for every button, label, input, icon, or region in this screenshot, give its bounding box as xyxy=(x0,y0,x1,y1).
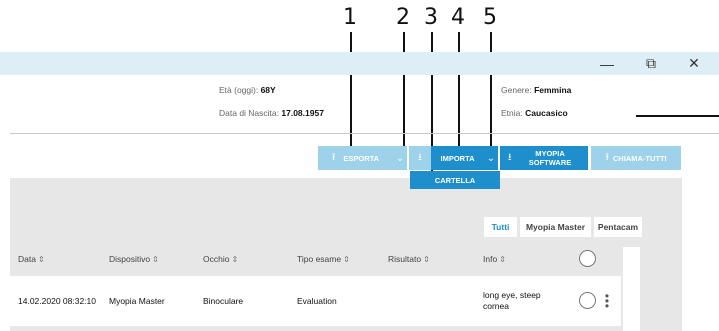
column-header-label: Data xyxy=(18,254,36,264)
gender-label: Genere: xyxy=(501,85,535,95)
column-header-occhio[interactable]: Occhio ⇕ xyxy=(203,254,238,264)
callout-2-line xyxy=(403,32,405,156)
sort-icon: ⇕ xyxy=(499,255,506,264)
import-download-button[interactable]: ⭳ xyxy=(409,146,431,170)
close-button[interactable]: ✕ xyxy=(674,52,714,75)
tab-pentacam[interactable]: Pentacam xyxy=(594,217,642,237)
sort-icon: ⇕ xyxy=(37,255,45,264)
select-all-checkbox[interactable] xyxy=(579,250,596,267)
myopia-label-line2: SOFTWARE xyxy=(528,158,572,167)
more-vertical-icon[interactable]: • • • xyxy=(604,290,610,312)
chevron-down-icon: ⌄ xyxy=(395,152,405,164)
column-header-label: Dispositivo xyxy=(109,254,151,264)
callout-1-line xyxy=(350,32,352,148)
ethnicity-label: Etnia: xyxy=(501,108,526,118)
cell-occhio: Binoculare xyxy=(203,296,244,306)
row-select-checkbox[interactable] xyxy=(579,292,596,309)
age-value: 68Y xyxy=(260,85,276,95)
cell-info-line1: long eye, steep xyxy=(483,290,541,300)
callout-3: 3 xyxy=(424,5,438,30)
annotation-line xyxy=(636,115,719,117)
sort-icon: ⇕ xyxy=(231,255,239,264)
sort-icon: ⇕ xyxy=(343,255,350,264)
ethnicity-info: Etnia: Caucasico xyxy=(501,108,568,118)
myopia-label-line1: MYOPIA xyxy=(535,149,565,158)
cell-info: long eye, steep cornea xyxy=(483,290,541,312)
export-label: ESPORTA xyxy=(343,153,380,163)
callout-4: 4 xyxy=(451,5,465,30)
minimize-button[interactable]: — xyxy=(587,52,627,75)
export-button[interactable]: ⭱ ESPORTA xyxy=(318,146,393,170)
callout-5-line xyxy=(490,32,492,156)
column-header-label: Risultato xyxy=(388,254,422,264)
upload-icon: ⭱ xyxy=(605,151,609,163)
import-label: IMPORTA xyxy=(440,153,475,163)
side-strip xyxy=(623,247,640,331)
column-header-label: Occhio xyxy=(203,254,230,264)
call-all-label: CHIAMA-TUTTI xyxy=(612,153,667,163)
header-separator xyxy=(10,133,719,134)
age-label: Età (oggi): xyxy=(219,85,261,95)
callout-2: 2 xyxy=(396,5,410,30)
callout-5: 5 xyxy=(483,5,497,30)
column-header-tipo-esame[interactable]: Tipo esame ⇕ xyxy=(297,254,350,264)
chevron-down-icon: ⌄ xyxy=(486,152,496,164)
cell-tipo-esame: Evaluation xyxy=(297,296,337,306)
dob-info: Data di Nascita: 17.08.1957 xyxy=(219,108,324,118)
folder-menu-item[interactable]: CARTELLA xyxy=(410,171,500,189)
sort-icon: ⇕ xyxy=(152,255,159,264)
tab-myopia-master[interactable]: Myopia Master xyxy=(520,217,591,237)
age-info: Età (oggi): 68Y xyxy=(219,85,276,95)
cell-data: 14.02.2020 08:32:10 xyxy=(18,296,96,306)
tab-tutti[interactable]: Tutti xyxy=(484,217,517,237)
gender-info: Genere: Femmina xyxy=(501,85,571,95)
column-header-info[interactable]: Info ⇕ xyxy=(483,254,506,264)
column-header-dispositivo[interactable]: Dispositivo ⇕ xyxy=(109,254,159,264)
call-all-button[interactable]: ⭱ CHIAMA-TUTTI xyxy=(591,146,681,170)
column-header-label: Tipo esame xyxy=(297,254,342,264)
myopia-software-button[interactable]: ⭳ MYOPIA SOFTWARE xyxy=(500,146,588,170)
sort-icon: ⇕ xyxy=(423,255,430,264)
column-header-label: Info xyxy=(483,254,498,264)
upload-icon: ⭱ xyxy=(331,151,336,163)
column-header-risultato[interactable]: Risultato ⇕ xyxy=(388,254,430,264)
download-icon: ⭳ xyxy=(418,151,422,163)
import-dropdown-toggle[interactable]: ⌄ xyxy=(484,146,498,170)
restore-button[interactable]: ⧉ xyxy=(631,52,671,75)
ethnicity-value: Caucasico xyxy=(525,108,568,118)
export-dropdown-toggle[interactable]: ⌄ xyxy=(393,146,407,170)
gender-value: Femmina xyxy=(534,85,572,95)
column-header-data[interactable]: Data ⇕ xyxy=(18,254,45,264)
cell-info-line2: cornea xyxy=(483,301,509,311)
myopia-software-label: MYOPIA SOFTWARE xyxy=(529,149,572,167)
import-button[interactable]: IMPORTA xyxy=(431,146,484,170)
callout-4-line xyxy=(458,32,460,148)
cell-dispositivo: Myopia Master xyxy=(109,296,165,306)
callout-1: 1 xyxy=(343,5,357,30)
dob-value: 17.08.1957 xyxy=(281,108,324,118)
dob-label: Data di Nascita: xyxy=(219,108,282,118)
download-icon: ⭳ xyxy=(508,151,512,163)
